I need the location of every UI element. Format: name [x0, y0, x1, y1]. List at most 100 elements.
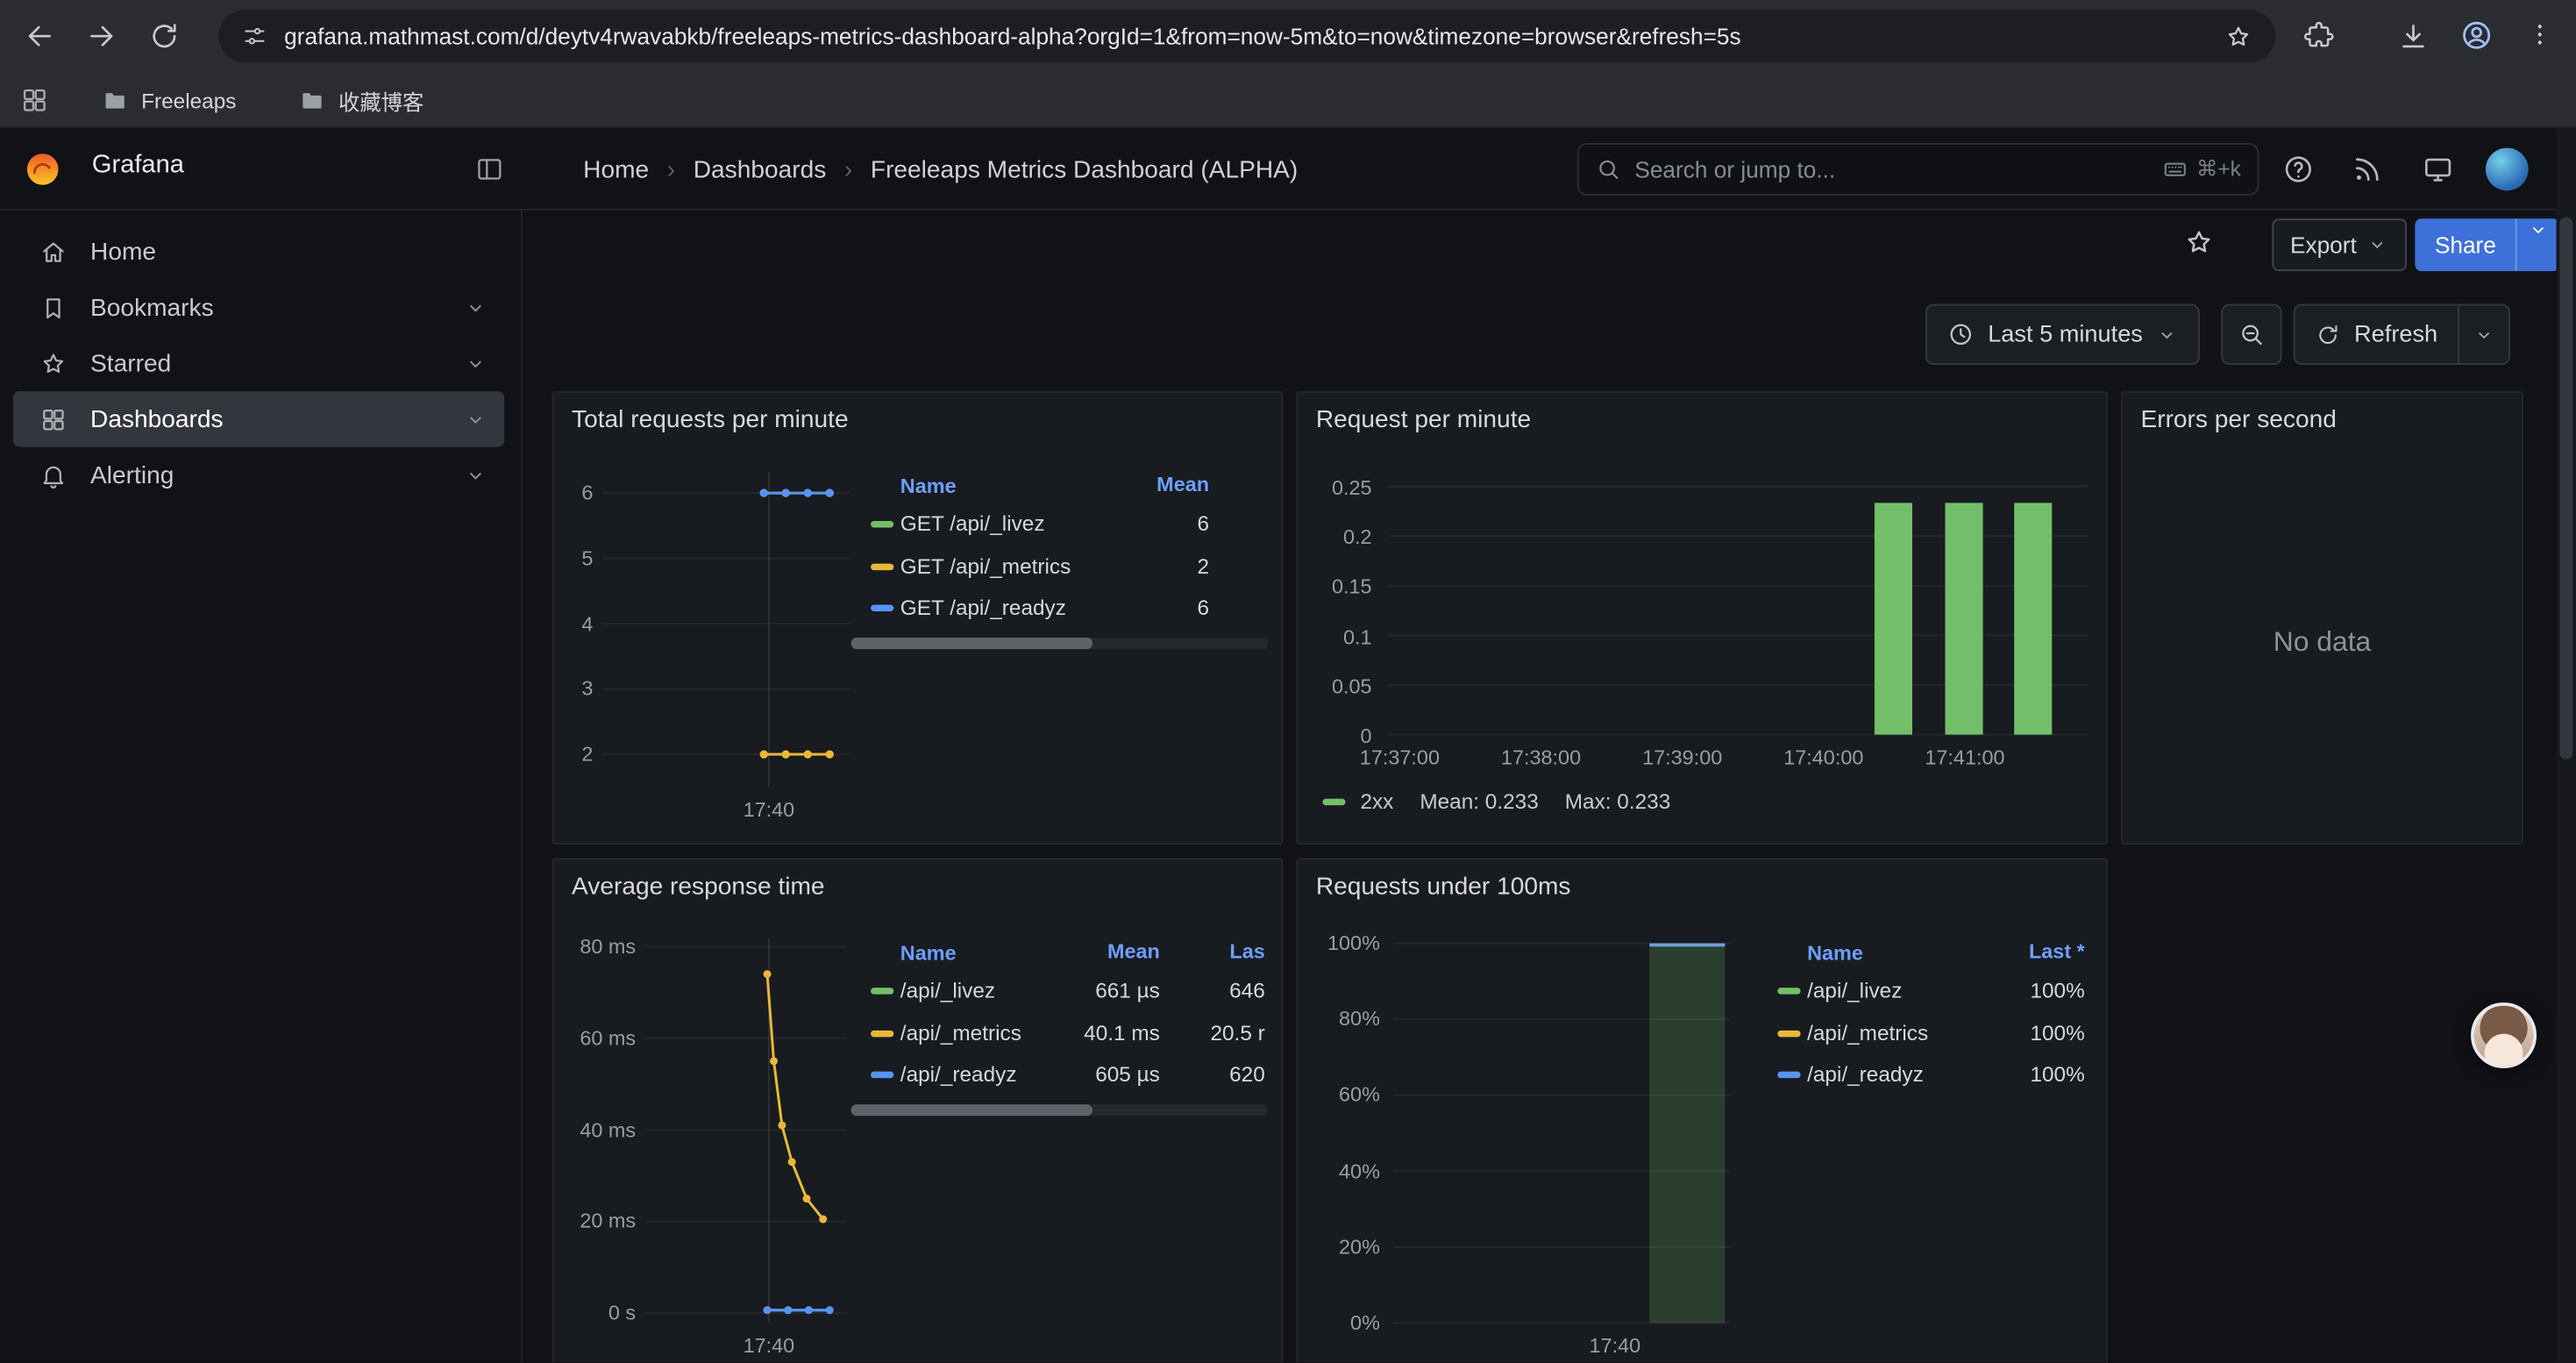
series-color-swatch: [871, 521, 893, 527]
help-icon[interactable]: [2282, 153, 2315, 185]
legend-scrollbar-thumb[interactable]: [851, 637, 1093, 648]
legend-value: 20.5 r: [1210, 1011, 1264, 1053]
share-menu-chevron-icon[interactable]: [2517, 218, 2560, 241]
legend-scrollbar-thumb[interactable]: [851, 1103, 1093, 1115]
legend-series-name[interactable]: 2xx: [1360, 789, 1393, 813]
x-axis-tick: 17:40:00: [1758, 745, 1889, 771]
export-label: Export: [2290, 232, 2357, 258]
legend-stat: Mean: 0.233: [1420, 789, 1538, 813]
chevron-down-icon[interactable]: [463, 351, 487, 375]
legend-value: 646: [1229, 969, 1265, 1011]
dock-menu-icon[interactable]: [475, 154, 505, 184]
legend-row[interactable]: GET /api/_readyz6: [851, 587, 1269, 629]
y-axis-tick: 0 s: [553, 1300, 636, 1326]
legend-scrollbar[interactable]: [851, 637, 1269, 648]
legend-row[interactable]: /api/_livez661 µs646: [851, 969, 1269, 1011]
user-avatar[interactable]: [2486, 148, 2529, 191]
back-icon[interactable]: [23, 19, 55, 52]
panel-title[interactable]: Request per minute: [1316, 406, 1531, 434]
legend-row[interactable]: GET /api/_metrics2: [851, 545, 1269, 587]
reload-icon[interactable]: [148, 19, 181, 52]
export-button[interactable]: Export: [2272, 218, 2408, 271]
legend-row[interactable]: /api/_metrics40.1 ms20.5 r: [851, 1011, 1269, 1053]
extensions-icon[interactable]: [2303, 19, 2335, 51]
assistant-avatar[interactable]: [2471, 1003, 2537, 1068]
apps-shortcut-icon[interactable]: [19, 85, 49, 115]
legend-row[interactable]: /api/_metrics100%: [1758, 1011, 2098, 1053]
legend-header-value[interactable]: Last *: [2029, 938, 2085, 967]
y-axis-tick: 80%: [1298, 1006, 1380, 1032]
share-button[interactable]: Share: [2415, 218, 2560, 271]
breadcrumb-item[interactable]: Dashboards: [694, 155, 827, 183]
chart-plot[interactable]: [603, 472, 850, 788]
legend-inline[interactable]: 2xxMean: 0.233Max: 0.233: [1322, 789, 1670, 813]
chart-plot[interactable]: [1388, 487, 2088, 735]
sidebar-item-alerting[interactable]: Alerting: [13, 447, 504, 503]
legend-header-name[interactable]: Name: [900, 475, 957, 498]
legend-header-name[interactable]: Name: [1807, 942, 1863, 965]
bookmark-item[interactable]: Freeleaps: [102, 84, 236, 117]
chevron-down-icon[interactable]: [463, 407, 487, 432]
sidebar-item-label: Dashboards: [90, 405, 224, 433]
forward-icon[interactable]: [85, 19, 117, 52]
breadcrumb-item: Freeleaps Metrics Dashboard (ALPHA): [871, 155, 1298, 183]
legend-header-name[interactable]: Name: [900, 942, 957, 965]
sidebar-item-starred[interactable]: Starred: [13, 335, 504, 391]
share-label[interactable]: Share: [2415, 218, 2516, 271]
legend-header-value[interactable]: Mean: [1107, 938, 1160, 967]
news-icon[interactable]: [2351, 153, 2383, 185]
breadcrumb-item[interactable]: Home: [583, 155, 649, 183]
legend-row[interactable]: /api/_readyz100%: [1758, 1053, 2098, 1095]
panel-title[interactable]: Requests under 100ms: [1316, 873, 1571, 901]
bar: [2014, 503, 2052, 735]
sidebar-item-label: Home: [90, 238, 156, 266]
search-icon: [1595, 156, 1621, 182]
sidebar-item-bookmarks[interactable]: Bookmarks: [13, 280, 504, 336]
site-info-icon[interactable]: [241, 23, 267, 49]
series-color-swatch: [1777, 1030, 1800, 1036]
panel-title[interactable]: Total requests per minute: [572, 406, 849, 434]
sidebar-item-dashboards[interactable]: Dashboards: [13, 391, 504, 447]
y-axis-tick: 6: [553, 480, 593, 506]
legend-row[interactable]: /api/_readyz605 µs620: [851, 1053, 1269, 1095]
url-text[interactable]: grafana.mathmast.com/d/deytv4rwavabkb/fr…: [284, 23, 2208, 49]
legend-scrollbar[interactable]: [851, 1103, 1269, 1115]
legend-row[interactable]: GET /api/_livez6: [851, 503, 1269, 545]
bell-icon: [39, 461, 68, 489]
sidebar: Home BookmarksStarred Dashboards Alerting: [0, 211, 523, 1362]
y-axis-tick: 5: [553, 546, 593, 572]
panel-title[interactable]: Errors per second: [2140, 406, 2336, 434]
time-range-picker[interactable]: Last 5 minutes: [1925, 304, 2200, 365]
panel-title[interactable]: Average response time: [572, 873, 825, 901]
downloads-icon[interactable]: [2397, 19, 2430, 52]
browser-menu-icon[interactable]: [2525, 19, 2555, 49]
legend-header-value[interactable]: Mean: [1156, 472, 1209, 500]
legend-row[interactable]: /api/_livez100%: [1758, 969, 2098, 1011]
refresh-interval-chevron-icon[interactable]: [2473, 323, 2495, 346]
y-axis-tick: 20%: [1298, 1234, 1380, 1260]
x-axis-tick: 17:38:00: [1476, 745, 1607, 771]
bookmark-star-icon[interactable]: [2224, 22, 2252, 50]
zoom-out-button[interactable]: [2221, 304, 2281, 365]
url-bar[interactable]: grafana.mathmast.com/d/deytv4rwavabkb/fr…: [218, 10, 2275, 62]
search-input[interactable]: Search or jump to... ⌘+k: [1577, 143, 2259, 196]
refresh-button[interactable]: Refresh: [2294, 304, 2510, 365]
bookmark-label: Freeleaps: [141, 88, 236, 112]
legend-header-value[interactable]: Las: [1229, 938, 1264, 967]
scrollbar-thumb[interactable]: [2559, 217, 2572, 759]
panel-average-response-time: Average response time 80 ms60 ms40 ms20 …: [552, 858, 1284, 1362]
legend-value: 100%: [2030, 969, 2084, 1011]
chevron-down-icon[interactable]: [463, 295, 487, 319]
bookmark-item[interactable]: 收藏博客: [299, 84, 423, 117]
legend-series-name: /api/_metrics: [1807, 1020, 1928, 1045]
browser-profile-icon[interactable]: [2459, 18, 2494, 53]
chart-plot[interactable]: [645, 938, 846, 1323]
series-color-swatch: [871, 988, 893, 994]
breadcrumb-separator: ›: [844, 155, 852, 183]
sidebar-item-home[interactable]: Home: [13, 224, 504, 280]
grafana-logo[interactable]: [23, 150, 62, 189]
kiosk-mode-icon[interactable]: [2422, 153, 2454, 185]
favorite-dashboard-icon[interactable]: [2183, 227, 2215, 259]
x-axis-tick: 17:40: [703, 1333, 835, 1359]
chevron-down-icon[interactable]: [463, 462, 487, 487]
